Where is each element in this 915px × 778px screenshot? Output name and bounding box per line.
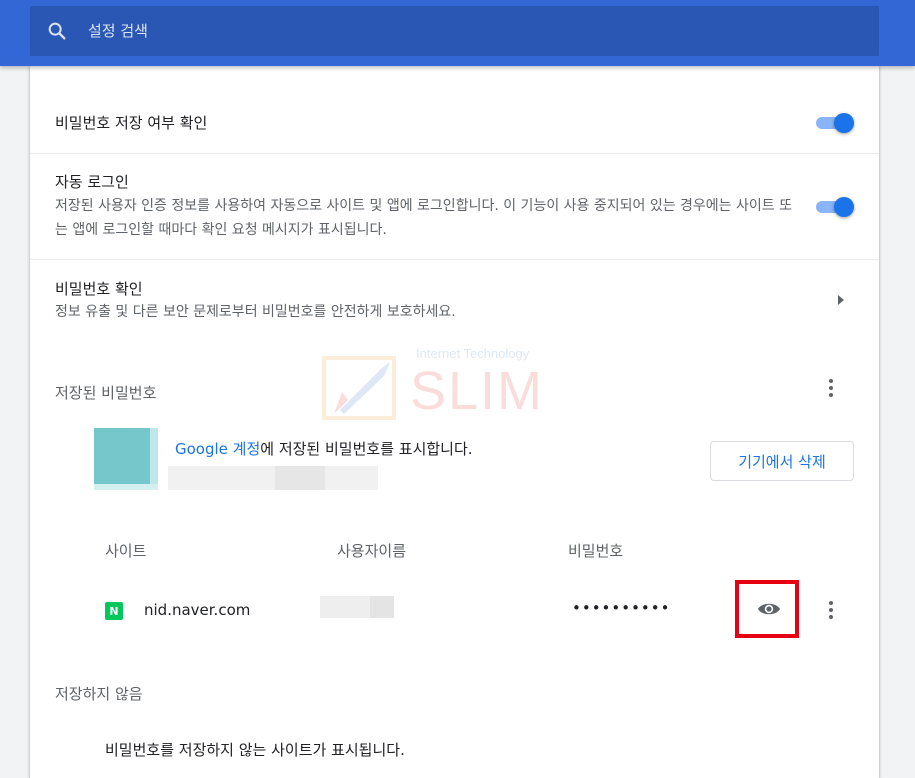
auto-signin-description: 저장된 사용자 인증 정보를 사용하여 자동으로 사이트 및 앱에 로그인합니다…: [55, 198, 792, 238]
check-passwords-description: 정보 유출 및 다른 보안 문제로부터 비밀번호를 안전하게 보호하세요.: [55, 304, 456, 320]
google-account-link[interactable]: Google 계정: [175, 440, 260, 458]
remove-from-device-button[interactable]: 기기에서 삭제: [710, 441, 854, 481]
show-password-highlight: [735, 580, 799, 638]
entry-site[interactable]: nid.naver.com: [144, 601, 250, 619]
passwords-card: 비밀번호 저장 여부 확인 자동 로그인 저장된 사용자 인증 정보를 사용하여…: [30, 66, 879, 778]
blurred-account-email: [168, 466, 378, 490]
entry-password: ••••••••••: [572, 599, 671, 617]
entry-more-actions-icon[interactable]: [828, 601, 834, 619]
naver-favicon-icon: N: [105, 602, 123, 620]
auto-signin-label: 자동 로그인: [55, 173, 129, 191]
column-header-username: 사용자이름: [337, 542, 407, 560]
top-bar: [0, 0, 915, 66]
auto-signin-toggle[interactable]: [814, 197, 854, 217]
search-icon[interactable]: [46, 20, 68, 42]
saved-passwords-more-icon[interactable]: [828, 379, 834, 397]
column-header-password: 비밀번호: [568, 542, 624, 560]
auto-signin-row[interactable]: 자동 로그인 저장된 사용자 인증 정보를 사용하여 자동으로 사이트 및 앱에…: [30, 154, 879, 260]
search-box[interactable]: [30, 6, 879, 56]
blurred-account-email-part: [275, 466, 325, 490]
offer-to-save-label: 비밀번호 저장 여부 확인: [55, 114, 208, 132]
check-passwords-row[interactable]: 비밀번호 확인 정보 유출 및 다른 보안 문제로부터 비밀번호를 안전하게 보…: [30, 260, 879, 336]
google-account-text: 에 저장된 비밀번호를 표시합니다.: [260, 440, 473, 458]
saved-passwords-heading: 저장된 비밀번호: [55, 384, 157, 402]
offer-to-save-row[interactable]: 비밀번호 저장 여부 확인: [30, 86, 879, 154]
never-saved-empty-message: 비밀번호를 저장하지 않는 사이트가 표시됩니다.: [105, 741, 405, 759]
watermark-title: SLIM: [410, 361, 545, 421]
column-header-site: 사이트: [105, 542, 147, 560]
chevron-right-icon[interactable]: [838, 295, 844, 305]
eye-icon[interactable]: [757, 600, 781, 618]
offer-to-save-toggle[interactable]: [814, 113, 854, 133]
toggle-knob: [834, 113, 854, 133]
never-saved-heading: 저장하지 않음: [55, 685, 143, 703]
check-passwords-label: 비밀번호 확인: [55, 280, 143, 298]
toggle-knob: [834, 197, 854, 217]
watermark: Internet Technology SLIM: [320, 346, 570, 426]
blurred-username-part: [370, 596, 394, 618]
google-account-notice: Google 계정에 저장된 비밀번호를 표시합니다.: [175, 438, 473, 459]
watermark-subtitle: Internet Technology: [416, 346, 530, 361]
search-input[interactable]: [88, 22, 788, 40]
rocket-logo-icon: [322, 356, 396, 420]
account-avatar: [94, 428, 158, 490]
